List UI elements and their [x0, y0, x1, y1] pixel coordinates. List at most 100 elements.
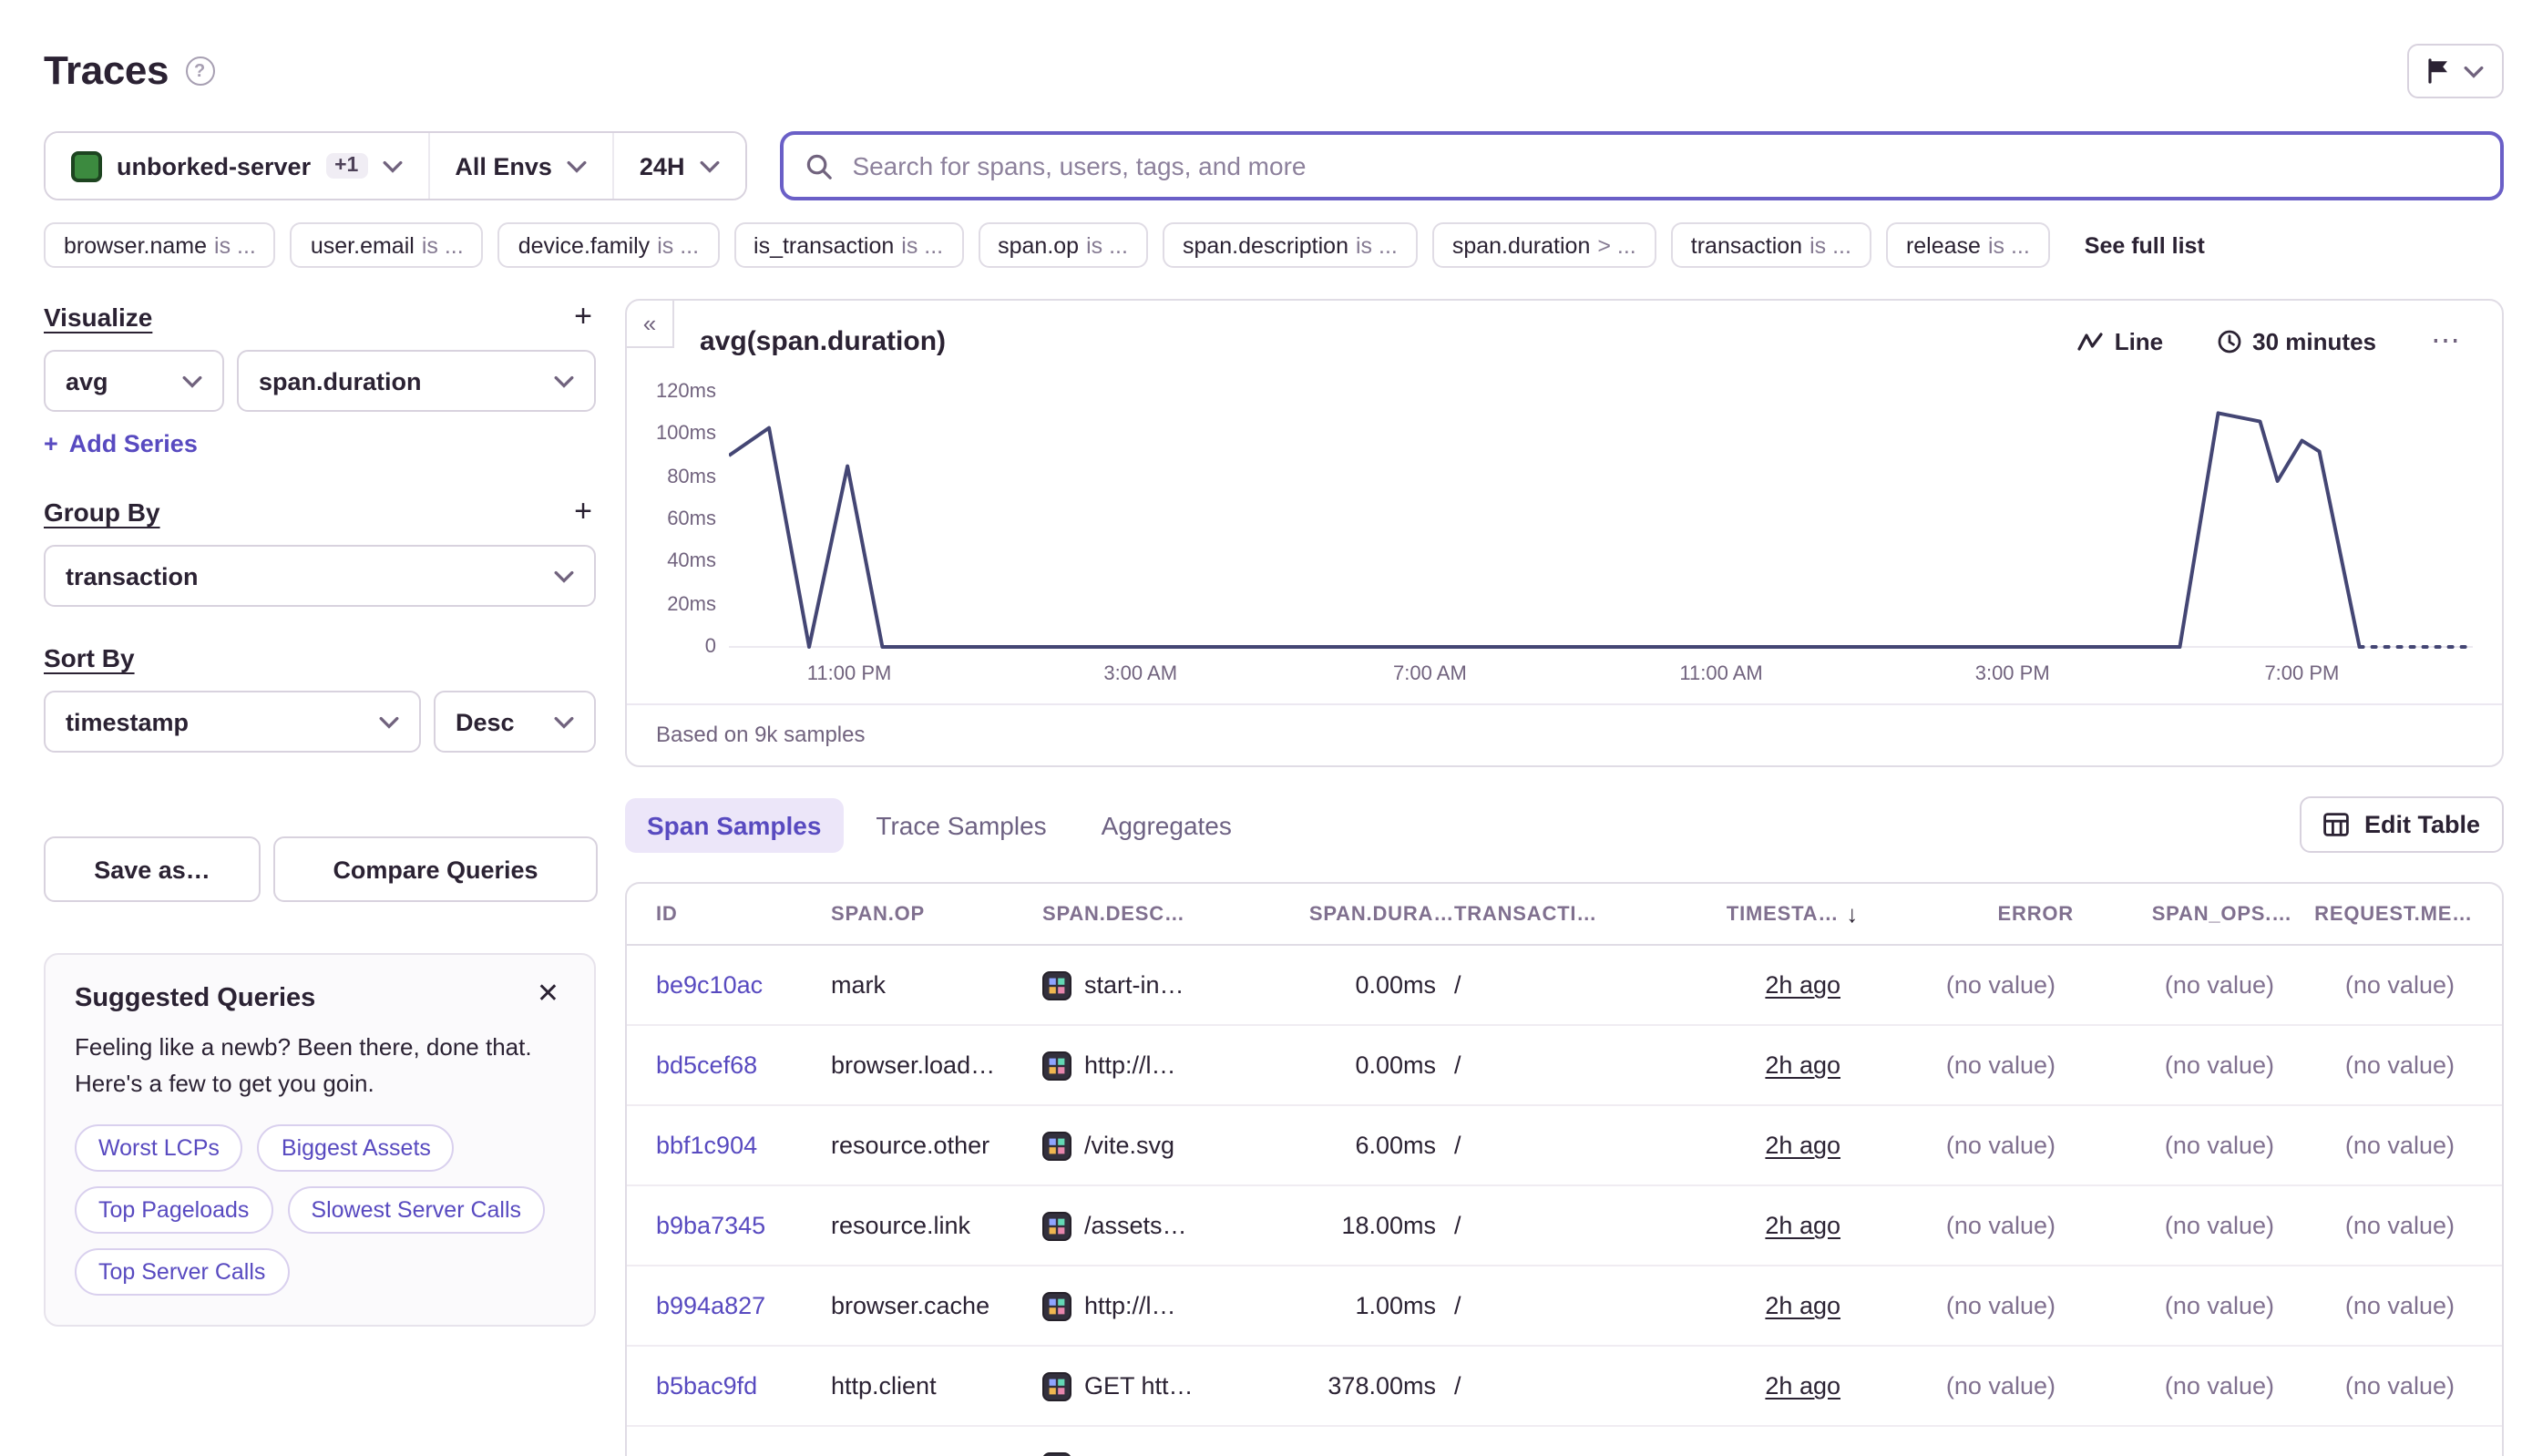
error-cell: (no value): [1859, 1372, 2074, 1400]
column-header[interactable]: TIMESTA… ↓: [1666, 900, 1859, 928]
collapse-sidebar-button[interactable]: «: [627, 301, 674, 348]
column-header[interactable]: REQUEST.ME…: [2292, 903, 2473, 925]
filter-chip[interactable]: transaction is ...: [1671, 222, 1871, 268]
column-header[interactable]: SPAN.DURA…: [1265, 903, 1454, 925]
group-by-select[interactable]: transaction: [44, 545, 596, 607]
chart-interval-button[interactable]: 30 minutes: [2207, 325, 2387, 356]
span-id-link[interactable]: be9c10ac: [656, 971, 831, 999]
span-desc-cell: GET htt…: [1042, 1371, 1265, 1400]
filter-chip[interactable]: browser.name is ...: [44, 222, 276, 268]
sort-direction-select[interactable]: Desc: [434, 691, 596, 753]
column-label: TIMESTA…: [1727, 903, 1839, 925]
transaction-cell: /: [1454, 1372, 1666, 1400]
column-label: ID: [656, 903, 678, 925]
time-range-selector[interactable]: 24H: [612, 133, 745, 199]
table-row[interactable]: b41bfb26 resource.ifr… https://… 276.00m…: [627, 1427, 2502, 1456]
sort-field-select[interactable]: timestamp: [44, 691, 421, 753]
chart-panel: « avg(span.duration) Line: [625, 299, 2504, 767]
filter-chip[interactable]: span.duration > ...: [1432, 222, 1656, 268]
span-id-link[interactable]: b41bfb26: [656, 1452, 831, 1456]
column-header[interactable]: SPAN_OPS.…: [2074, 903, 2292, 925]
span-desc-text: http://l…: [1084, 1051, 1176, 1079]
filter-chip-key: browser.name: [64, 232, 207, 258]
chevron-down-icon: [567, 159, 587, 172]
add-group-by-button[interactable]: +: [570, 496, 596, 527]
suggested-query-chips: Worst LCPs Biggest Assets Top Pageloads Slo…: [75, 1124, 565, 1296]
more-options-icon[interactable]: ⋯: [2420, 321, 2473, 361]
tab-span-samples[interactable]: Span Samples: [625, 797, 843, 852]
span-id-link[interactable]: b9ba7345: [656, 1212, 831, 1239]
content: Visualize + avg span.duration: [44, 299, 2504, 1456]
x-tick-label: 11:00 AM: [1679, 663, 1762, 685]
close-icon[interactable]: ✕: [526, 979, 570, 1010]
aggregate-value: avg: [66, 367, 108, 395]
span-op-cell: mark: [831, 971, 1042, 999]
table-row[interactable]: be9c10ac mark start-in… 0.00ms / 2h ago …: [627, 946, 2502, 1026]
suggested-query-chip[interactable]: Biggest Assets: [258, 1124, 455, 1172]
project-selector[interactable]: unborked-server +1: [46, 133, 427, 199]
aggregate-select[interactable]: avg: [44, 350, 224, 412]
span-id-link[interactable]: bbf1c904: [656, 1132, 831, 1159]
sort-desc-icon[interactable]: ↓: [1846, 900, 1859, 928]
timestamp-link[interactable]: 2h ago: [1765, 1292, 1840, 1319]
help-icon[interactable]: ?: [185, 56, 214, 86]
timestamp-link[interactable]: 2h ago: [1765, 1212, 1840, 1239]
filter-chip[interactable]: user.email is ...: [291, 222, 484, 268]
column-header[interactable]: TRANSACTI…: [1454, 903, 1666, 925]
chevron-down-icon: [554, 569, 574, 582]
table-row[interactable]: b9ba7345 resource.link /assets… 18.00ms …: [627, 1186, 2502, 1266]
column-label: SPAN.DESC…: [1042, 903, 1185, 925]
filter-chip[interactable]: span.op is ...: [978, 222, 1148, 268]
whats-new-button[interactable]: [2407, 44, 2504, 98]
add-visualize-button[interactable]: +: [570, 301, 596, 332]
filter-chip-rest: is ...: [1356, 232, 1398, 258]
column-label: REQUEST.ME…: [2314, 903, 2473, 925]
tab-aggregates[interactable]: Aggregates: [1080, 797, 1254, 852]
y-tick-label: 60ms: [667, 508, 716, 530]
column-header[interactable]: SPAN.DESC…: [1042, 903, 1265, 925]
filter-chip[interactable]: release is ...: [1886, 222, 2050, 268]
page-filter-bar: unborked-server +1 All Envs 24H: [44, 131, 2504, 200]
field-select[interactable]: span.duration: [237, 350, 596, 412]
table-row[interactable]: bbf1c904 resource.other /vite.svg 6.00ms…: [627, 1106, 2502, 1186]
timestamp-link[interactable]: 2h ago: [1765, 971, 1840, 999]
span-id-link[interactable]: bd5cef68: [656, 1051, 831, 1079]
compare-queries-button[interactable]: Compare Queries: [273, 836, 598, 902]
tab-trace-samples[interactable]: Trace Samples: [854, 797, 1068, 852]
edit-table-button[interactable]: Edit Table: [2301, 796, 2504, 853]
suggested-query-chip[interactable]: Top Server Calls: [75, 1248, 289, 1296]
timestamp-link[interactable]: 2h ago: [1765, 1372, 1840, 1400]
filter-chip[interactable]: is_transaction is ...: [733, 222, 963, 268]
clock-icon: [2218, 329, 2241, 353]
chevron-down-icon: [182, 374, 202, 387]
span-duration-cell: 0.00ms: [1265, 971, 1454, 999]
table-row[interactable]: b5bac9fd http.client GET htt… 378.00ms /…: [627, 1347, 2502, 1427]
y-tick-label: 100ms: [656, 424, 716, 446]
filter-chip[interactable]: device.family is ...: [498, 222, 719, 268]
column-header[interactable]: ID: [656, 903, 831, 925]
table-row[interactable]: bd5cef68 browser.load… http://l… 0.00ms …: [627, 1026, 2502, 1106]
table-row[interactable]: b994a827 browser.cache http://l… 1.00ms …: [627, 1266, 2502, 1347]
group-by-section: Group By + transaction: [44, 494, 596, 607]
column-label: SPAN.OP: [831, 903, 925, 925]
environment-selector[interactable]: All Envs: [427, 133, 612, 199]
add-series-button[interactable]: + Add Series: [44, 430, 198, 457]
save-as-button[interactable]: Save as…: [44, 836, 261, 902]
span-id-link[interactable]: b5bac9fd: [656, 1372, 831, 1400]
transaction-cell: /: [1454, 1132, 1666, 1159]
filter-chip[interactable]: span.description is ...: [1163, 222, 1418, 268]
span-id-link[interactable]: b994a827: [656, 1292, 831, 1319]
column-header[interactable]: SPAN.OP: [831, 903, 1042, 925]
suggested-query-chip[interactable]: Top Pageloads: [75, 1186, 272, 1234]
timestamp-link[interactable]: 2h ago: [1765, 1452, 1840, 1456]
chart-type-button[interactable]: Line: [2067, 325, 2174, 356]
transaction-cell: /: [1454, 971, 1666, 999]
sort-by-controls: timestamp Desc: [44, 691, 596, 753]
see-full-list-button[interactable]: See full list: [2065, 222, 2225, 268]
search-input[interactable]: [848, 149, 2478, 182]
timestamp-link[interactable]: 2h ago: [1765, 1132, 1840, 1159]
suggested-query-chip[interactable]: Slowest Server Calls: [287, 1186, 545, 1234]
column-header[interactable]: ERROR: [1859, 903, 2074, 925]
timestamp-link[interactable]: 2h ago: [1765, 1051, 1840, 1079]
suggested-query-chip[interactable]: Worst LCPs: [75, 1124, 243, 1172]
